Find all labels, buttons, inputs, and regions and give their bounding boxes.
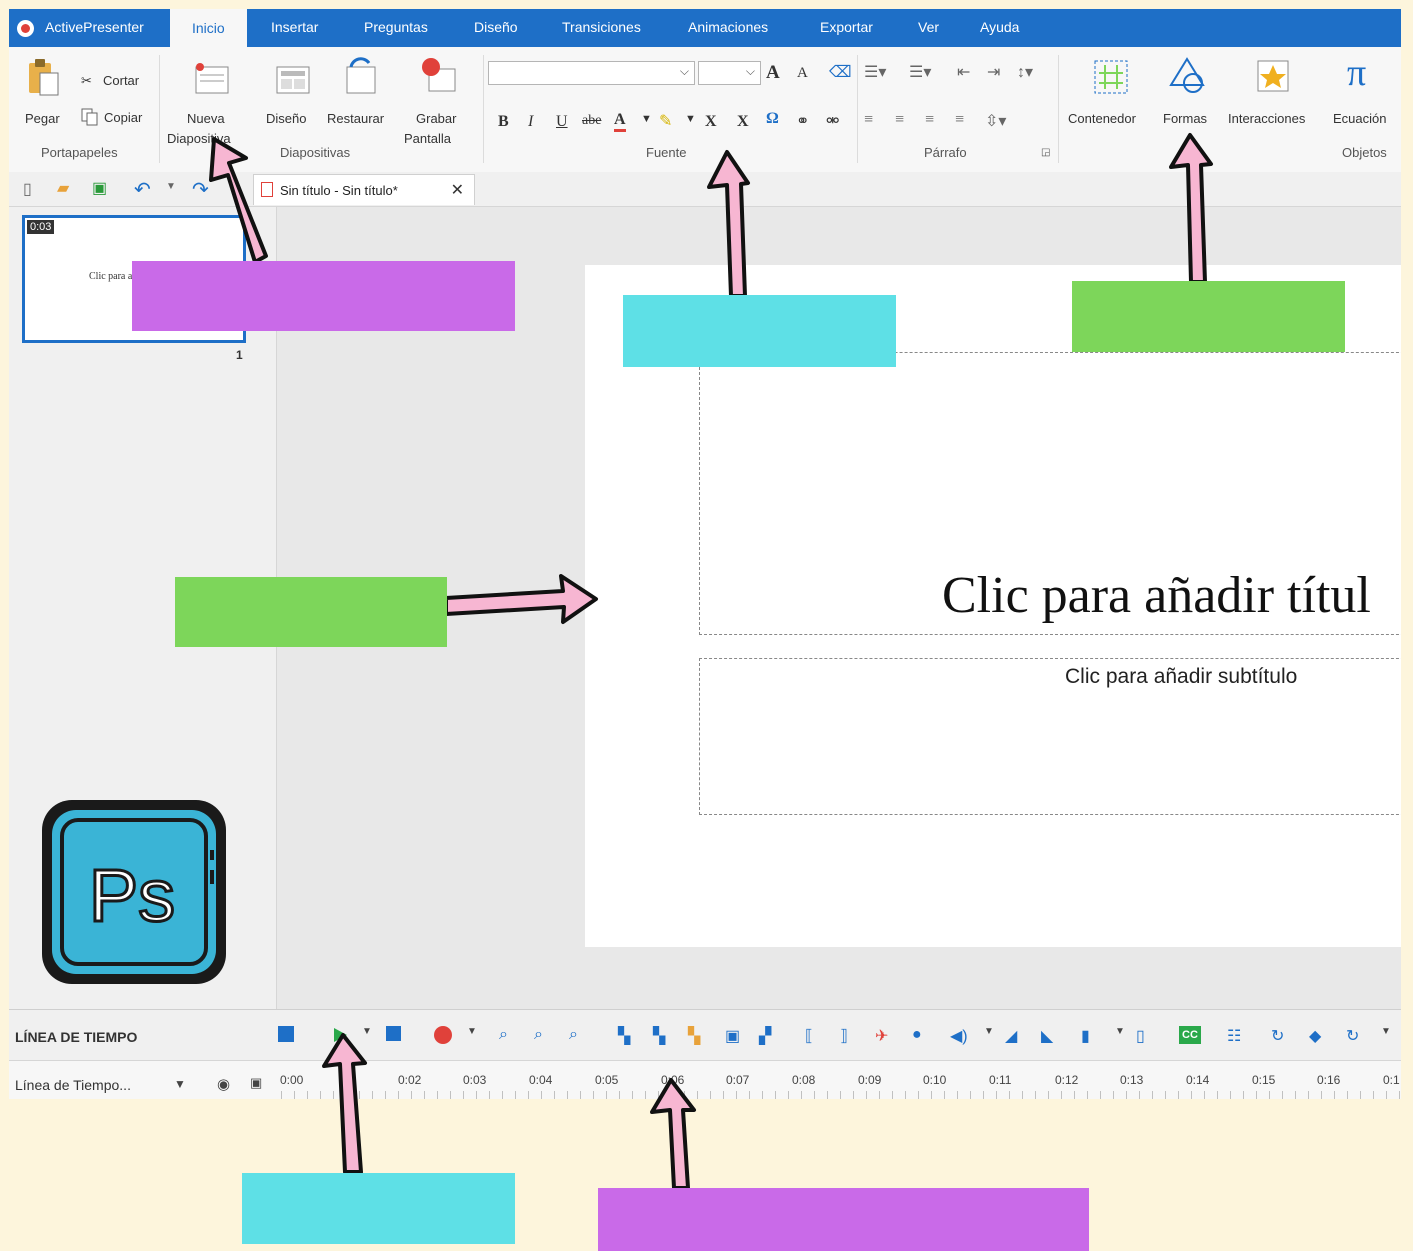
arrow-up bbox=[322, 1033, 367, 1174]
label-box-green bbox=[175, 577, 447, 647]
label-box-green bbox=[1072, 281, 1345, 352]
arrow-up bbox=[650, 1078, 696, 1190]
arrow-up bbox=[1169, 133, 1213, 284]
label-box-purple bbox=[132, 261, 515, 331]
label-box-cyan bbox=[623, 295, 896, 367]
arrow-right bbox=[444, 574, 598, 624]
arrow-up-left bbox=[209, 137, 268, 264]
arrow-up bbox=[707, 150, 750, 298]
label-box-cyan bbox=[242, 1173, 515, 1244]
label-box-purple bbox=[598, 1188, 1089, 1251]
